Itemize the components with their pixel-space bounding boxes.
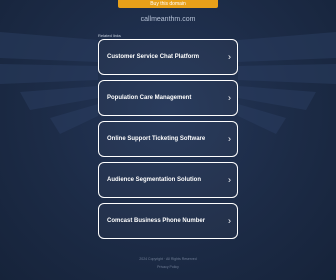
related-link-label: Customer Service Chat Platform xyxy=(107,54,200,60)
chevron-right-icon: › xyxy=(228,133,231,144)
chevron-right-icon: › xyxy=(228,51,231,62)
related-links-list: Customer Service Chat Platform › Populat… xyxy=(98,39,238,244)
related-link-comcast-business-phone[interactable]: Comcast Business Phone Number › xyxy=(98,203,238,239)
related-link-customer-service-chat[interactable]: Customer Service Chat Platform › xyxy=(98,39,238,75)
related-link-online-support-ticketing[interactable]: Online Support Ticketing Software › xyxy=(98,121,238,157)
chevron-right-icon: › xyxy=(228,215,231,226)
chevron-right-icon: › xyxy=(228,174,231,185)
related-links-heading: Related links xyxy=(98,33,121,38)
related-link-population-care[interactable]: Population Care Management › xyxy=(98,80,238,116)
domain-name: callmeanthm.com xyxy=(140,16,196,23)
related-link-audience-segmentation[interactable]: Audience Segmentation Solution › xyxy=(98,162,238,198)
related-link-label: Audience Segmentation Solution xyxy=(107,177,202,183)
footer-privacy-link[interactable]: Privacy Policy xyxy=(0,265,336,269)
footer-copyright: 2024 Copyright · All Rights Reserved xyxy=(139,257,197,261)
related-link-label: Online Support Ticketing Software xyxy=(107,136,206,142)
related-link-label: Population Care Management xyxy=(107,95,192,101)
chevron-right-icon: › xyxy=(228,92,231,103)
buy-domain-label[interactable]: Buy this domain xyxy=(150,0,186,8)
buy-domain-banner[interactable]: Buy this domain xyxy=(118,0,218,8)
related-link-label: Comcast Business Phone Number xyxy=(107,218,206,224)
